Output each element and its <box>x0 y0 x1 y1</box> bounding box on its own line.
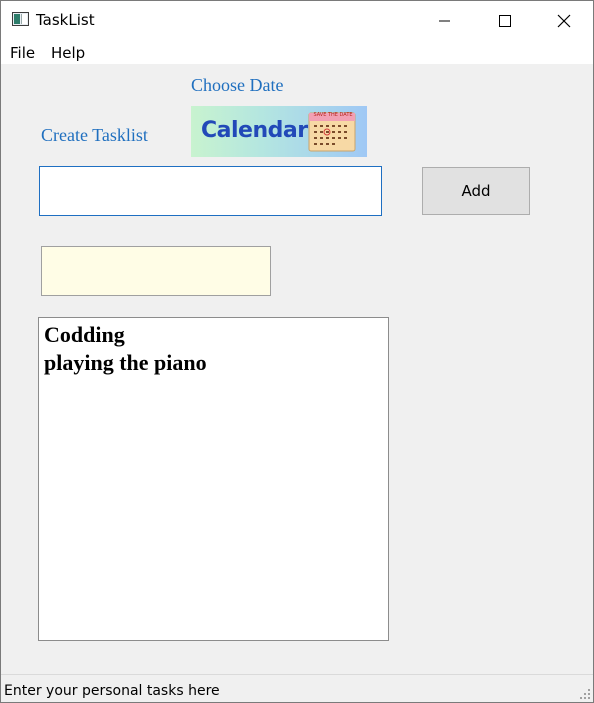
task-item-codding[interactable]: Codding <box>44 321 383 349</box>
add-button[interactable]: Add <box>422 167 530 215</box>
task-list[interactable]: Codding playing the piano <box>38 317 389 641</box>
tasklist-window: TaskList File Help Choose Date Create Ta… <box>0 0 594 703</box>
title-bar[interactable]: TaskList <box>1 1 593 39</box>
date-field[interactable] <box>41 246 271 296</box>
choose-date-label: Choose Date <box>191 75 284 95</box>
resize-grip-icon[interactable] <box>579 688 591 700</box>
status-bar: Enter your personal tasks here <box>1 674 593 702</box>
menu-help[interactable]: Help <box>51 44 85 62</box>
window-title: TaskList <box>36 11 95 29</box>
maximize-button[interactable] <box>481 1 527 39</box>
create-tasklist-label: Create Tasklist <box>41 125 148 145</box>
close-icon <box>557 14 571 28</box>
calendar-button[interactable]: Calendar SAVE THE DATE <box>191 106 367 157</box>
minimize-icon <box>439 20 450 22</box>
maximize-icon <box>499 15 511 27</box>
client-area: Choose Date Create Tasklist Calendar SAV… <box>1 64 593 674</box>
task-input[interactable] <box>39 166 382 216</box>
menu-bar: File Help <box>1 39 593 64</box>
minimize-button[interactable] <box>425 1 471 39</box>
task-item-piano[interactable]: playing the piano <box>44 349 383 377</box>
status-text: Enter your personal tasks here <box>4 683 220 699</box>
calendar-caption: SAVE THE DATE <box>313 112 353 118</box>
close-button[interactable] <box>541 1 587 39</box>
app-icon <box>12 12 29 26</box>
calendar-button-label: Calendar <box>201 118 308 143</box>
menu-file[interactable]: File <box>10 44 35 62</box>
